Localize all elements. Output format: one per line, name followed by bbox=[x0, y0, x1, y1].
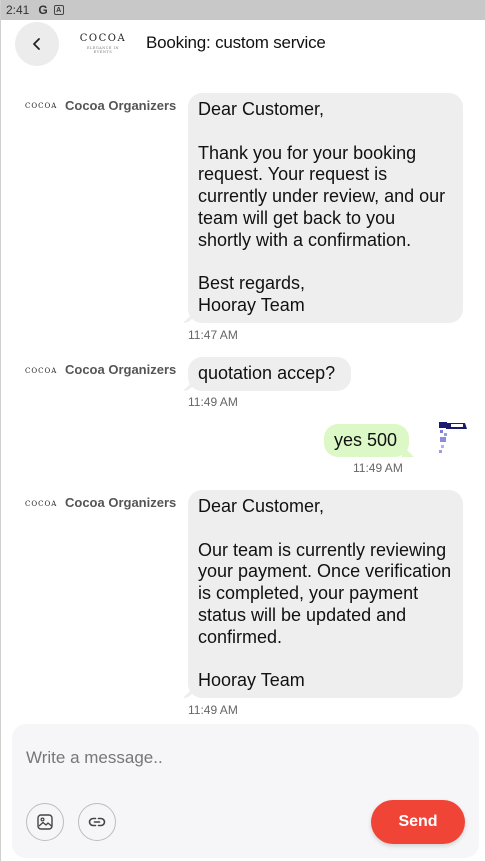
link-icon bbox=[88, 817, 106, 827]
chat-screen: 2:41 G A COCOA ELEGANCE IN EVENTS Bookin… bbox=[0, 0, 485, 861]
user-avatar-icon bbox=[439, 422, 467, 453]
image-icon bbox=[37, 814, 53, 830]
message-time: 11:49 AM bbox=[188, 395, 238, 409]
sender-avatar: COCOA bbox=[25, 500, 58, 508]
message-bubble[interactable]: quotation accep? bbox=[188, 357, 351, 391]
chevron-left-icon bbox=[33, 38, 40, 50]
google-icon: G bbox=[38, 3, 48, 17]
send-button[interactable]: Send bbox=[371, 800, 465, 844]
status-bar: 2:41 G A bbox=[1, 0, 485, 20]
cocoa-logo: COCOA ELEGANCE IN EVENTS bbox=[79, 33, 127, 55]
sender-name: Cocoa Organizers bbox=[65, 362, 177, 377]
chat-header: COCOA ELEGANCE IN EVENTS Booking: custom… bbox=[1, 20, 485, 68]
page-title: Booking: custom service bbox=[146, 33, 326, 52]
message-input[interactable]: Write a message.. bbox=[26, 748, 163, 768]
message-bubble[interactable]: Dear Customer, Our team is currently rev… bbox=[188, 490, 463, 698]
message-time: 11:49 AM bbox=[188, 703, 238, 717]
message-bubble[interactable]: Dear Customer, Thank you for your bookin… bbox=[188, 93, 463, 323]
accessibility-icon: A bbox=[53, 5, 64, 15]
message-time: 11:47 AM bbox=[188, 328, 238, 342]
attach-link-button[interactable] bbox=[78, 803, 116, 841]
message-bubble-outgoing[interactable]: yes 500 bbox=[324, 424, 409, 457]
sender-avatar: COCOA bbox=[25, 367, 58, 375]
sender-avatar: COCOA bbox=[25, 102, 58, 110]
back-button[interactable] bbox=[15, 22, 59, 66]
message-composer: Write a message.. Send bbox=[12, 724, 479, 858]
attach-image-button[interactable] bbox=[26, 803, 64, 841]
message-time: 11:49 AM bbox=[353, 461, 403, 475]
status-time: 2:41 bbox=[6, 3, 30, 17]
sender-name: Cocoa Organizers bbox=[65, 98, 177, 113]
sender-name: Cocoa Organizers bbox=[65, 495, 177, 510]
